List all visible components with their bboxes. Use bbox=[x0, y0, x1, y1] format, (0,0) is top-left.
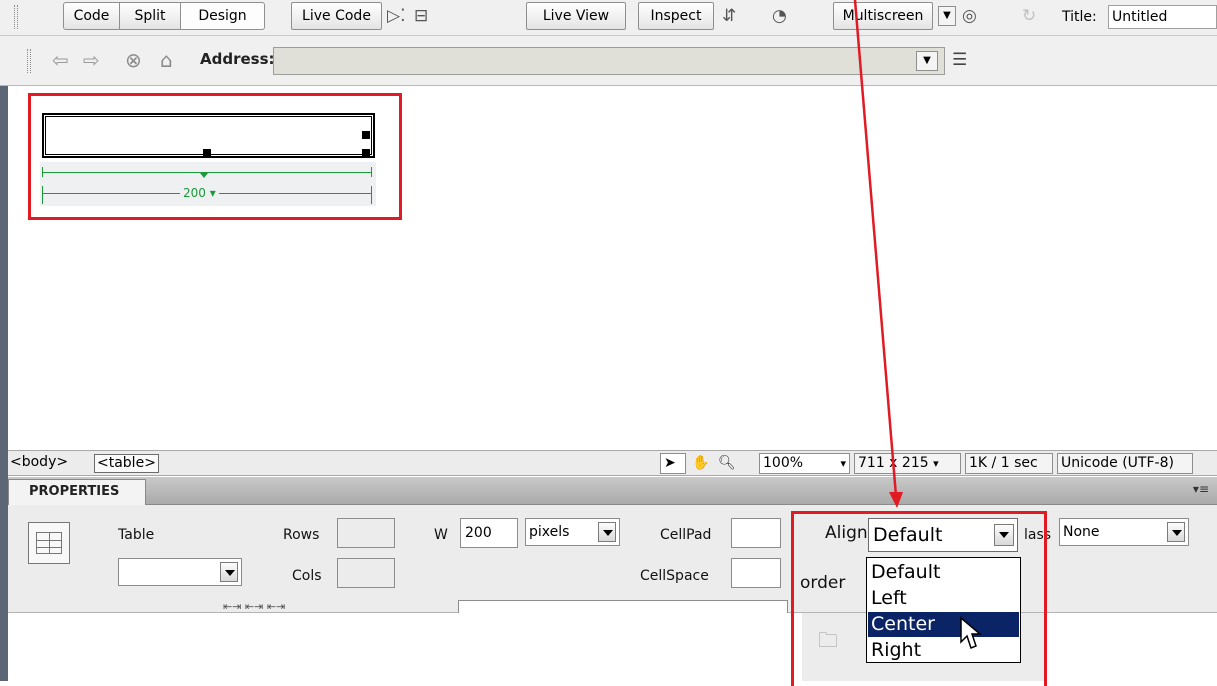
class-label: lass bbox=[1024, 527, 1052, 543]
multiscreen-button[interactable]: Multiscreen bbox=[833, 2, 933, 30]
browser-preview-icon[interactable]: ◔ bbox=[772, 2, 787, 30]
window-left-edge bbox=[0, 0, 8, 681]
download-size: 1K / 1 sec bbox=[965, 453, 1053, 474]
live-view-button[interactable]: Live View bbox=[526, 2, 626, 30]
border-label: order bbox=[800, 573, 846, 593]
class-select[interactable]: None bbox=[1059, 518, 1189, 546]
properties-lower-row: ⇤⇥ ⇤⇥ ⇤⇥ bbox=[8, 600, 808, 613]
cellspace-field[interactable] bbox=[731, 558, 781, 588]
address-label: Address: bbox=[200, 50, 275, 68]
align-value: Default bbox=[873, 524, 943, 546]
align-dropdown-list: Default Left Center Right bbox=[866, 557, 1021, 663]
inspect-arrow-icon[interactable]: ▷⁚ bbox=[387, 2, 405, 30]
cellspace-label: CellSpace bbox=[640, 568, 709, 584]
inspect-button[interactable]: Inspect bbox=[638, 2, 714, 30]
cols-label: Cols bbox=[292, 568, 322, 584]
hand-tool-icon[interactable]: ✋ bbox=[692, 453, 709, 474]
code-view-button[interactable]: Code bbox=[63, 2, 120, 30]
width-unit-select[interactable]: pixels bbox=[525, 518, 620, 546]
status-bar: <body> <table> ➤ ✋ 🔍︎ 100% ▾ 711 x 215 ▾… bbox=[8, 450, 1217, 476]
panel-options-icon[interactable]: ▾≡ bbox=[1193, 482, 1209, 496]
address-grip[interactable] bbox=[27, 49, 31, 73]
back-icon[interactable]: ⇦ bbox=[52, 48, 69, 72]
align-option-left[interactable]: Left bbox=[868, 586, 1019, 611]
width-field[interactable]: 200 bbox=[460, 518, 518, 548]
split-view-button[interactable]: Split bbox=[119, 2, 181, 30]
refresh-icon[interactable]: ↻ bbox=[1022, 2, 1036, 30]
address-dropdown[interactable]: ▼ bbox=[916, 51, 938, 71]
tag-selector-body[interactable]: <body> bbox=[8, 454, 70, 473]
properties-tab[interactable]: PROPERTIES bbox=[8, 479, 146, 505]
window-size-select[interactable]: 711 x 215 ▾ bbox=[854, 453, 961, 474]
width-unit-value: pixels bbox=[529, 524, 570, 540]
zoom-tool-icon[interactable]: 🔍︎ bbox=[718, 453, 736, 474]
visual-aids-icon[interactable]: ◎ bbox=[962, 2, 977, 30]
title-input[interactable]: Untitled bbox=[1108, 5, 1217, 29]
width-label: W bbox=[434, 527, 448, 543]
bg-image-field[interactable] bbox=[458, 600, 788, 613]
folder-icon[interactable]: 🗀 bbox=[818, 626, 838, 660]
align-option-right[interactable]: Right bbox=[868, 638, 1019, 663]
toolbar-grip[interactable] bbox=[14, 5, 18, 29]
table-icon bbox=[28, 522, 70, 564]
home-icon[interactable]: ⌂ bbox=[160, 48, 173, 72]
properties-header: PROPERTIES ▾≡ bbox=[8, 477, 1217, 505]
encoding: Unicode (UTF-8) bbox=[1057, 453, 1193, 474]
title-label: Title: bbox=[1062, 9, 1097, 25]
design-view-button[interactable]: Design bbox=[180, 2, 265, 30]
tag-selector-table[interactable]: <table> bbox=[94, 454, 159, 473]
file-management-icon[interactable]: ⊟ bbox=[414, 2, 428, 30]
table-label: Table bbox=[118, 527, 155, 543]
mouse-cursor-icon bbox=[960, 616, 983, 649]
cellpad-label: CellPad bbox=[660, 527, 712, 543]
document-toolbar: Code Split Design Live Code ▷⁚ ⊟ Live Vi… bbox=[0, 0, 1217, 36]
table-id-select[interactable] bbox=[118, 558, 242, 586]
multiscreen-dropdown[interactable]: ▼ bbox=[938, 6, 956, 26]
align-option-default[interactable]: Default bbox=[868, 560, 1019, 585]
cellpad-field[interactable] bbox=[731, 518, 781, 548]
align-select[interactable]: Default bbox=[868, 518, 1018, 552]
forward-icon[interactable]: ⇨ bbox=[83, 48, 100, 72]
clear-widths-icon[interactable]: ⇤⇥ ⇤⇥ ⇤⇥ bbox=[223, 600, 285, 613]
select-tool-icon[interactable]: ➤ bbox=[660, 453, 686, 474]
align-label: Align bbox=[825, 523, 868, 543]
window-size-value: 711 x 215 bbox=[858, 455, 929, 471]
rows-label: Rows bbox=[283, 527, 320, 543]
class-value: None bbox=[1063, 524, 1100, 540]
stop-icon[interactable]: ⊗ bbox=[125, 48, 142, 72]
align-option-center[interactable]: Center bbox=[868, 612, 1019, 637]
zoom-select[interactable]: 100% ▾ bbox=[759, 453, 850, 474]
file-transfer-icon[interactable]: ⇵ bbox=[722, 2, 736, 30]
address-input[interactable] bbox=[273, 47, 945, 75]
rows-field[interactable] bbox=[337, 518, 395, 548]
live-code-button[interactable]: Live Code bbox=[291, 2, 382, 30]
zoom-value: 100% bbox=[763, 455, 804, 471]
cols-field[interactable] bbox=[337, 558, 395, 588]
table-highlight-annotation bbox=[28, 93, 402, 220]
view-options-icon[interactable]: ☰ bbox=[952, 48, 967, 72]
browser-navigation-bar: ⇦ ⇨ ⊗ ⌂ Address: ▼ ☰ bbox=[0, 36, 1217, 86]
